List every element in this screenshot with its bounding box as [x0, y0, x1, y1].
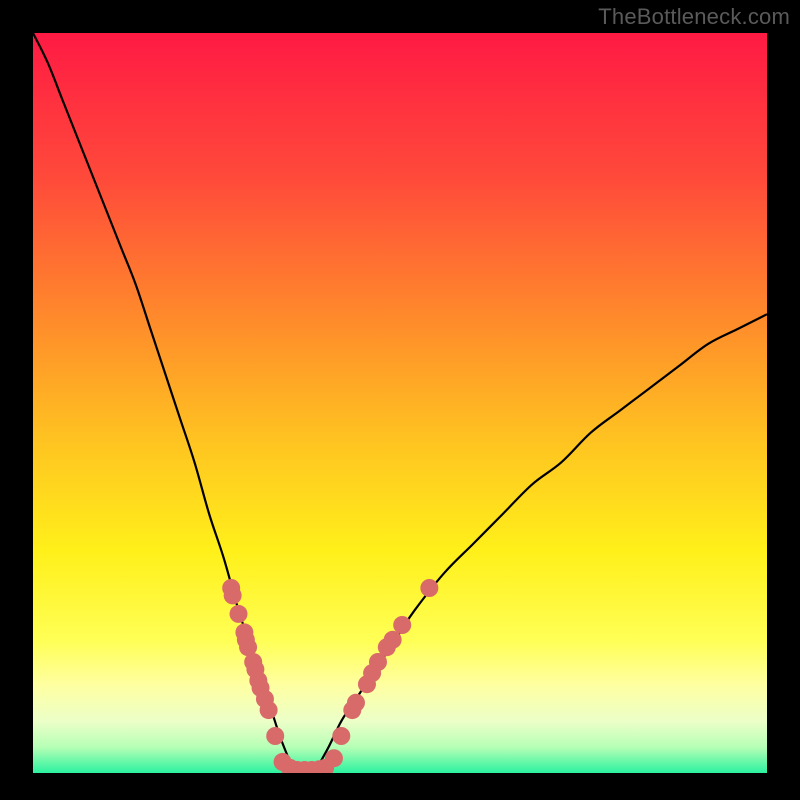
sample-dot: [347, 694, 365, 712]
sample-dot: [332, 727, 350, 745]
watermark-text: TheBottleneck.com: [598, 4, 790, 30]
sample-dot: [384, 631, 402, 649]
sample-dot: [260, 701, 278, 719]
chart-stage: TheBottleneck.com: [0, 0, 800, 800]
plot-background: [33, 33, 767, 773]
sample-dot: [266, 727, 284, 745]
bottleneck-chart: [0, 0, 800, 800]
sample-dot: [230, 605, 248, 623]
sample-dot: [224, 586, 242, 604]
sample-dot: [393, 616, 411, 634]
sample-dot: [420, 579, 438, 597]
sample-dot: [325, 749, 343, 767]
